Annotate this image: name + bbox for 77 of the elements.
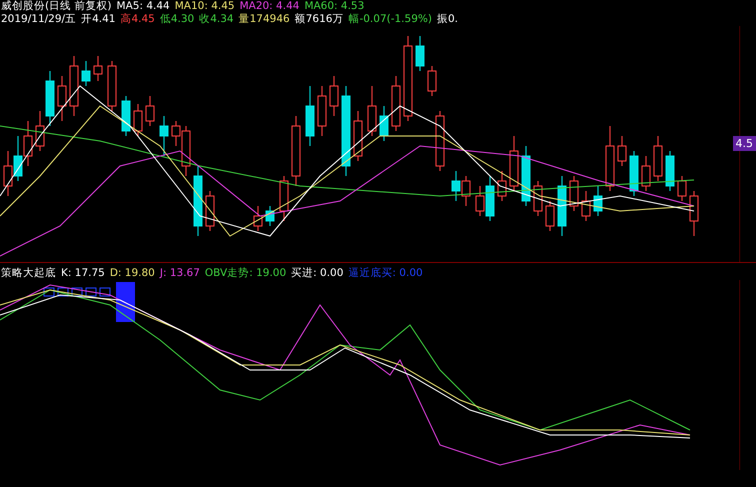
indicator-value: D: 19.80 — [110, 267, 155, 280]
indicator-value: 买进: 0.00 — [291, 267, 344, 280]
candlestick — [606, 126, 614, 192]
candlestick — [534, 180, 542, 216]
candlestick — [160, 116, 168, 156]
candlestick — [94, 56, 102, 82]
quote-value: 收4.34 — [199, 13, 234, 26]
candlestick — [380, 106, 388, 142]
signal-square — [100, 288, 110, 296]
candlestick — [462, 176, 470, 206]
candlestick — [666, 150, 674, 192]
candlestick — [254, 206, 262, 232]
candlestick — [266, 206, 274, 226]
quote-value: 额7616万 — [294, 13, 344, 26]
quote-value: 振0. — [436, 13, 458, 26]
quote-value: 高4.45 — [120, 13, 155, 26]
candlestick — [522, 146, 530, 206]
candlestick — [368, 86, 376, 136]
indicator-value: J: 13.67 — [160, 267, 200, 280]
candlestick — [36, 110, 44, 152]
candlestick — [594, 186, 602, 216]
candlestick — [642, 156, 650, 192]
candlestick — [354, 110, 362, 162]
candlestick — [498, 170, 506, 202]
candlestick — [306, 86, 314, 146]
candlestick — [436, 110, 444, 172]
candlestick — [134, 104, 142, 136]
candlestick — [70, 56, 78, 116]
candlestick — [108, 60, 116, 112]
candlestick — [58, 76, 66, 122]
price-axis-label: 4.5 — [732, 136, 756, 151]
candlestick — [618, 136, 626, 166]
candlestick — [416, 36, 424, 72]
candlestick — [392, 76, 400, 132]
signal-bar — [116, 282, 135, 322]
moving-average-value: MA20: 4.44 — [240, 0, 300, 13]
quote-value: 2019/11/29/五 — [1, 13, 76, 26]
stock-title: 威创股份(日线 前复权) — [1, 0, 112, 13]
candlestick — [82, 60, 90, 86]
signal-square — [44, 288, 54, 296]
indicator-value: 逼近底买: 0.00 — [348, 267, 423, 280]
candlestick — [24, 120, 32, 166]
candlestick — [14, 136, 22, 182]
indicator-value: OBV走势: 19.00 — [204, 267, 286, 280]
candlestick — [46, 70, 54, 126]
quote-value: 量174946 — [238, 13, 290, 26]
moving-average-value: MA10: 4.45 — [174, 0, 235, 13]
quote-value: 开4.41 — [81, 13, 116, 26]
candlestick — [654, 136, 662, 182]
candlestick — [690, 190, 698, 236]
candlestick — [280, 176, 288, 222]
candlestick — [570, 176, 578, 212]
signal-square — [58, 288, 68, 296]
candlestick — [330, 76, 338, 116]
signal-square — [86, 288, 96, 296]
candlestick — [546, 200, 554, 232]
candlestick — [292, 116, 300, 186]
quote-value: 幅-0.07(-1.59%) — [348, 13, 432, 26]
candlestick — [122, 96, 130, 136]
indicator-value: K: 17.75 — [61, 267, 105, 280]
candlestick — [4, 150, 12, 196]
candlestick — [630, 150, 638, 196]
candlestick — [582, 190, 590, 222]
signal-square — [72, 288, 82, 296]
candlestick — [678, 176, 686, 202]
candlestick — [318, 86, 326, 136]
candlestick — [146, 96, 154, 126]
candlestick — [510, 136, 518, 192]
candlestick — [194, 166, 202, 236]
candlestick — [428, 66, 436, 96]
indicator-title: 策略大起底 — [1, 267, 56, 280]
moving-average-value: MA60: 4.53 — [304, 0, 364, 13]
moving-average-value: MA5: 4.44 — [116, 0, 170, 13]
quote-value: 低4.30 — [160, 13, 194, 26]
candlestick — [206, 190, 214, 232]
candlestick — [558, 176, 566, 236]
candlestick — [452, 170, 460, 202]
